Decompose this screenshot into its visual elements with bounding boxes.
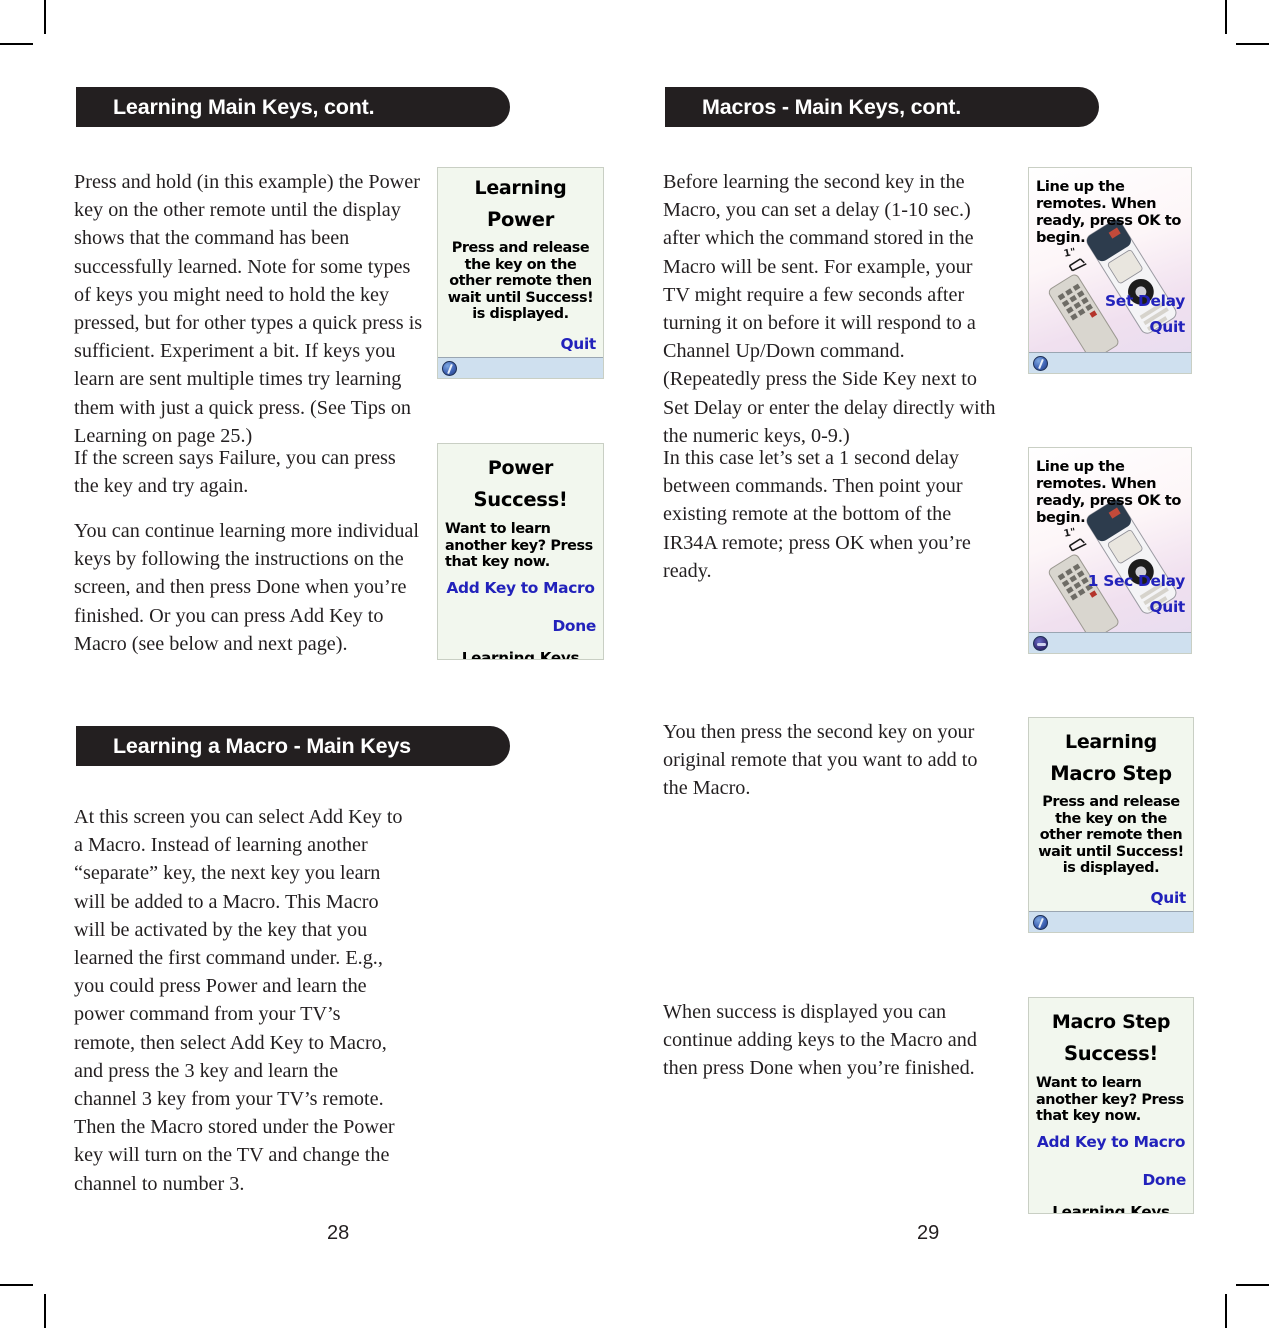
pen-icon	[442, 360, 457, 376]
lcd-content: Line up the remotes. When ready, press O…	[1029, 448, 1191, 526]
screenshot-line-up-1sec-delay: Line up the remotes. When ready, press O…	[1028, 447, 1192, 654]
left-page: Learning Main Keys, cont. Press and hold…	[0, 0, 634, 1328]
lcd-quit-link[interactable]: Quit	[1036, 889, 1187, 907]
lcd-title: Learning	[474, 177, 567, 199]
lcd-content: Line up the remotes. When ready, press O…	[1029, 168, 1191, 246]
lcd-content: Learning Power Press and release the key…	[438, 168, 603, 353]
section-banner-learning-a-macro: Learning a Macro - Main Keys	[76, 726, 510, 766]
lcd-title: Power	[487, 457, 554, 479]
lcd-status-bar	[438, 357, 603, 378]
distance-label: 1"	[1063, 247, 1077, 260]
left-paragraph-4: At this screen you can select Add Key to…	[74, 803, 404, 1198]
paragraph-text: Before learning the second key in the Ma…	[663, 171, 996, 447]
paragraph-text: If the screen says Failure, you can pres…	[74, 447, 396, 498]
lcd-body: Want to learn another key? Press that ke…	[1036, 1075, 1184, 1125]
lcd-quit-link[interactable]: Quit	[1150, 318, 1186, 336]
paragraph-text: You can continue learning more individua…	[74, 520, 419, 655]
paragraph-text: You then press the second key on your or…	[663, 721, 978, 800]
right-paragraph-3: You then press the second key on your or…	[663, 718, 996, 803]
lcd-body: Press and release the key on the other r…	[1038, 794, 1184, 877]
lcd-body: Line up the remotes. When ready, press O…	[1036, 458, 1181, 526]
lcd-status-bar	[1029, 632, 1191, 653]
section-banner-macros-main-keys: Macros - Main Keys, cont.	[665, 87, 1099, 127]
section-banner-label: Macros - Main Keys, cont.	[702, 94, 962, 119]
page-number-left: 28	[327, 1222, 350, 1244]
right-paragraph-2: In this case let’s set a 1 second delay …	[663, 444, 996, 585]
left-paragraph-3: You can continue learning more individua…	[74, 517, 426, 658]
lcd-footer: Learning Keys	[461, 648, 580, 660]
right-page: Macros - Main Keys, cont. Before learnin…	[634, 0, 1269, 1328]
lcd-quit-link[interactable]: Quit	[445, 335, 597, 353]
lcd-content: Power Success! Want to learn another key…	[438, 444, 603, 660]
screenshot-learning-macro-step: Learning Macro Step Press and release th…	[1028, 717, 1194, 933]
right-paragraph-1: Before learning the second key in the Ma…	[663, 168, 996, 450]
right-paragraph-4: When success is displayed you can contin…	[663, 998, 1003, 1083]
lcd-subtitle: Power	[486, 208, 555, 231]
section-banner-label: Learning a Macro - Main Keys	[113, 733, 411, 758]
lcd-done-link[interactable]: Done	[445, 617, 596, 635]
left-paragraph-1: Press and hold (in this example) the Pow…	[74, 168, 426, 450]
lcd-set-delay-link[interactable]: Set Delay	[1105, 292, 1185, 310]
screenshot-learning-power: Learning Power Press and release the key…	[437, 167, 604, 379]
left-paragraph-2: If the screen says Failure, you can pres…	[74, 444, 414, 500]
lcd-title: Macro Step	[1051, 1011, 1171, 1033]
lcd-status-bar	[1029, 352, 1191, 373]
paragraph-text: At this screen you can select Add Key to…	[74, 806, 403, 1195]
paragraph-text: Press and hold (in this example) the Pow…	[74, 171, 423, 447]
lcd-1sec-delay-link[interactable]: 1 Sec Delay	[1088, 572, 1186, 590]
lcd-subtitle: Success!	[1064, 1042, 1158, 1065]
lcd-body: Want to learn another key? Press that ke…	[445, 521, 593, 571]
lcd-title: Learning	[1065, 731, 1157, 753]
page-spread: Learning Main Keys, cont. Press and hold…	[0, 0, 1269, 1328]
pen-icon	[1033, 914, 1048, 930]
lcd-content: Macro Step Success! Want to learn anothe…	[1029, 998, 1193, 1214]
lcd-subtitle: Macro Step	[1050, 762, 1172, 785]
remote-icon	[1033, 355, 1048, 371]
screenshot-macro-step-success: Macro Step Success! Want to learn anothe…	[1028, 997, 1194, 1214]
lcd-add-key-to-macro-link[interactable]: Add Key to Macro	[1036, 1133, 1186, 1151]
lcd-add-key-to-macro-link[interactable]: Add Key to Macro	[445, 579, 596, 597]
lcd-body: Press and release the key on the other r…	[447, 240, 594, 323]
lcd-quit-link[interactable]: Quit	[1150, 598, 1186, 616]
screenshot-power-success: Power Success! Want to learn another key…	[437, 443, 604, 660]
lcd-body: Line up the remotes. When ready, press O…	[1036, 178, 1181, 246]
lcd-status-bar	[1029, 911, 1193, 932]
section-banner-learning-main-keys: Learning Main Keys, cont.	[76, 87, 510, 127]
screenshot-line-up-set-delay: Line up the remotes. When ready, press O…	[1028, 167, 1192, 374]
lcd-done-link[interactable]: Done	[1036, 1171, 1186, 1189]
paragraph-text: In this case let’s set a 1 second delay …	[663, 447, 971, 582]
page-number-right: 29	[917, 1222, 940, 1244]
disc-icon	[1033, 635, 1048, 651]
paragraph-text: When success is displayed you can contin…	[663, 1001, 977, 1080]
section-banner-label: Learning Main Keys, cont.	[113, 94, 375, 119]
distance-label: 1"	[1063, 527, 1077, 540]
lcd-content: Learning Macro Step Press and release th…	[1029, 718, 1193, 907]
lcd-footer: Learning Keys	[1052, 1202, 1170, 1214]
lcd-subtitle: Success!	[473, 488, 568, 511]
